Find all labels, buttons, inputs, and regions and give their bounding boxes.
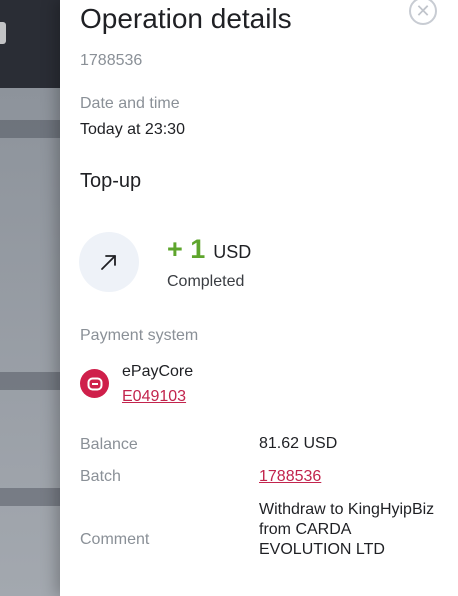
drawer-title: Operation details: [80, 3, 292, 34]
operation-type: Top-up: [80, 170, 142, 192]
operation-id: 1788536: [80, 52, 143, 69]
epaycore-logo: [80, 369, 109, 398]
payment-system-label: Payment system: [80, 327, 199, 344]
operation-icon-badge: [79, 232, 139, 292]
batch-link[interactable]: 1788536: [259, 468, 321, 486]
operation-details-drawer: Operation details ✕ 1788536 Date and tim…: [60, 0, 458, 596]
payment-account-link[interactable]: E049103: [122, 388, 186, 406]
batch-label: Batch: [80, 468, 121, 485]
epaycore-icon: [87, 377, 102, 390]
close-icon: ✕: [415, 1, 431, 21]
backdrop-bar: [0, 488, 60, 506]
backdrop-bar: [0, 120, 60, 138]
balance-value: 81.62 USD: [259, 435, 338, 452]
backdrop-bar: [0, 372, 60, 390]
amount-value: + 1: [167, 234, 206, 264]
balance-label: Balance: [80, 436, 138, 453]
operation-amount: + 1 USD: [167, 234, 251, 265]
comment-label: Comment: [80, 531, 150, 548]
backdrop-element: [0, 22, 6, 44]
page-backdrop[interactable]: [0, 0, 60, 596]
payment-system-name: ePayCore: [122, 363, 194, 380]
datetime-value: Today at 23:30: [80, 121, 185, 138]
comment-value: Withdraw to KingHyipBiz from CARDA EVOLU…: [259, 501, 435, 558]
operation-status: Completed: [167, 273, 245, 290]
amount-currency: USD: [213, 242, 252, 262]
close-button[interactable]: ✕: [409, 0, 437, 25]
datetime-label: Date and time: [80, 95, 180, 112]
arrow-up-right-icon: [101, 255, 116, 270]
